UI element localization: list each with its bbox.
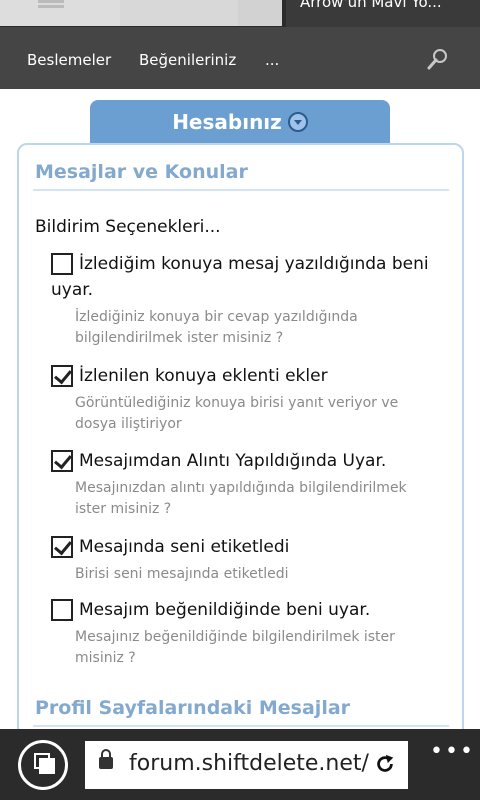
option-hint: Mesajınızdan alıntı yapıldığında bilgile… <box>75 480 407 517</box>
checkbox-tagged[interactable] <box>51 536 73 558</box>
notification-option: Mesajımdan Alıntı Yapıldığında Uyar. Mes… <box>51 448 441 520</box>
notification-options-heading: Bildirim Seçenekleri... <box>35 217 221 237</box>
section-divider <box>33 189 449 191</box>
account-tab-label: Hesabınız <box>172 110 282 134</box>
notification-option: İzlenilen konuya eklenti ekler Görüntüle… <box>51 363 441 435</box>
nav-item-begenileriniz[interactable]: Beğenileriniz <box>139 51 236 69</box>
option-label: İzlenilen konuya eklenti ekler <box>79 366 328 386</box>
lock-icon <box>99 749 113 769</box>
checkbox-watched-thread-attachment[interactable] <box>51 365 73 387</box>
account-tab[interactable]: Hesabınız <box>90 100 390 144</box>
reload-icon[interactable] <box>374 753 396 775</box>
option-hint: Birisi seni mesajında etiketledi <box>75 566 289 582</box>
notification-option: Mesajında seni etiketledi Birisi seni me… <box>51 534 441 585</box>
browser-tab-active[interactable]: Arrow'un Mavi Yo... <box>286 0 480 27</box>
notification-option: İzlediğim konuya mesaj yazıldığında beni… <box>51 251 441 349</box>
forum-navbar: Beslemeler Beğenileriniz ... <box>0 27 480 89</box>
option-label: Mesajında seni etiketledi <box>79 537 290 557</box>
option-hint: İzlediğiniz konuya bir cevap yazıldığınd… <box>75 309 358 346</box>
checkbox-liked[interactable] <box>51 599 73 621</box>
nav-item-more[interactable]: ... <box>265 51 279 69</box>
option-label: Mesajımdan Alıntı Yapıldığında Uyar. <box>79 451 387 471</box>
section-divider <box>33 725 449 727</box>
address-bar[interactable]: forum.shiftdelete.net/ <box>85 741 408 789</box>
option-label: Mesajım beğenildiğinde beni uyar. <box>79 600 371 620</box>
hamburger-menu-icon[interactable] <box>38 0 64 8</box>
notification-option: Mesajım beğenildiğinde beni uyar. Mesajı… <box>51 597 441 669</box>
browser-bottom-bar: forum.shiftdelete.net/ ••• <box>0 729 480 800</box>
option-label: İzlediğim konuya mesaj yazıldığında beni… <box>51 254 429 300</box>
nav-item-beslemeler[interactable]: Beslemeler <box>27 51 111 69</box>
browser-tab[interactable] <box>120 0 238 26</box>
browser-tab[interactable] <box>238 0 282 26</box>
page-content: Hesabınız Mesajlar ve Konular Bildirim S… <box>0 89 480 729</box>
section-title-messages: Mesajlar ve Konular <box>35 161 248 183</box>
option-hint: Mesajınız beğenildiğinde bilgilendirilme… <box>75 629 395 666</box>
url-text: forum.shiftdelete.net/ <box>129 751 369 776</box>
more-icon[interactable]: ••• <box>430 739 475 764</box>
section-title-profile-posts: Profil Sayfalarındaki Mesajlar <box>35 697 351 719</box>
search-icon[interactable] <box>426 47 450 71</box>
tabs-icon[interactable] <box>18 740 68 790</box>
settings-panel: Mesajlar ve Konular Bildirim Seçenekleri… <box>17 143 464 729</box>
browser-tab-strip: Arrow'un Mavi Yo... <box>0 0 480 27</box>
checkbox-quoted[interactable] <box>51 450 73 472</box>
option-hint: Görüntülediğiniz konuya birisi yanıt ver… <box>75 395 399 432</box>
chevron-down-circle-icon[interactable] <box>287 111 308 132</box>
checkbox-watched-thread-reply[interactable] <box>51 253 73 275</box>
